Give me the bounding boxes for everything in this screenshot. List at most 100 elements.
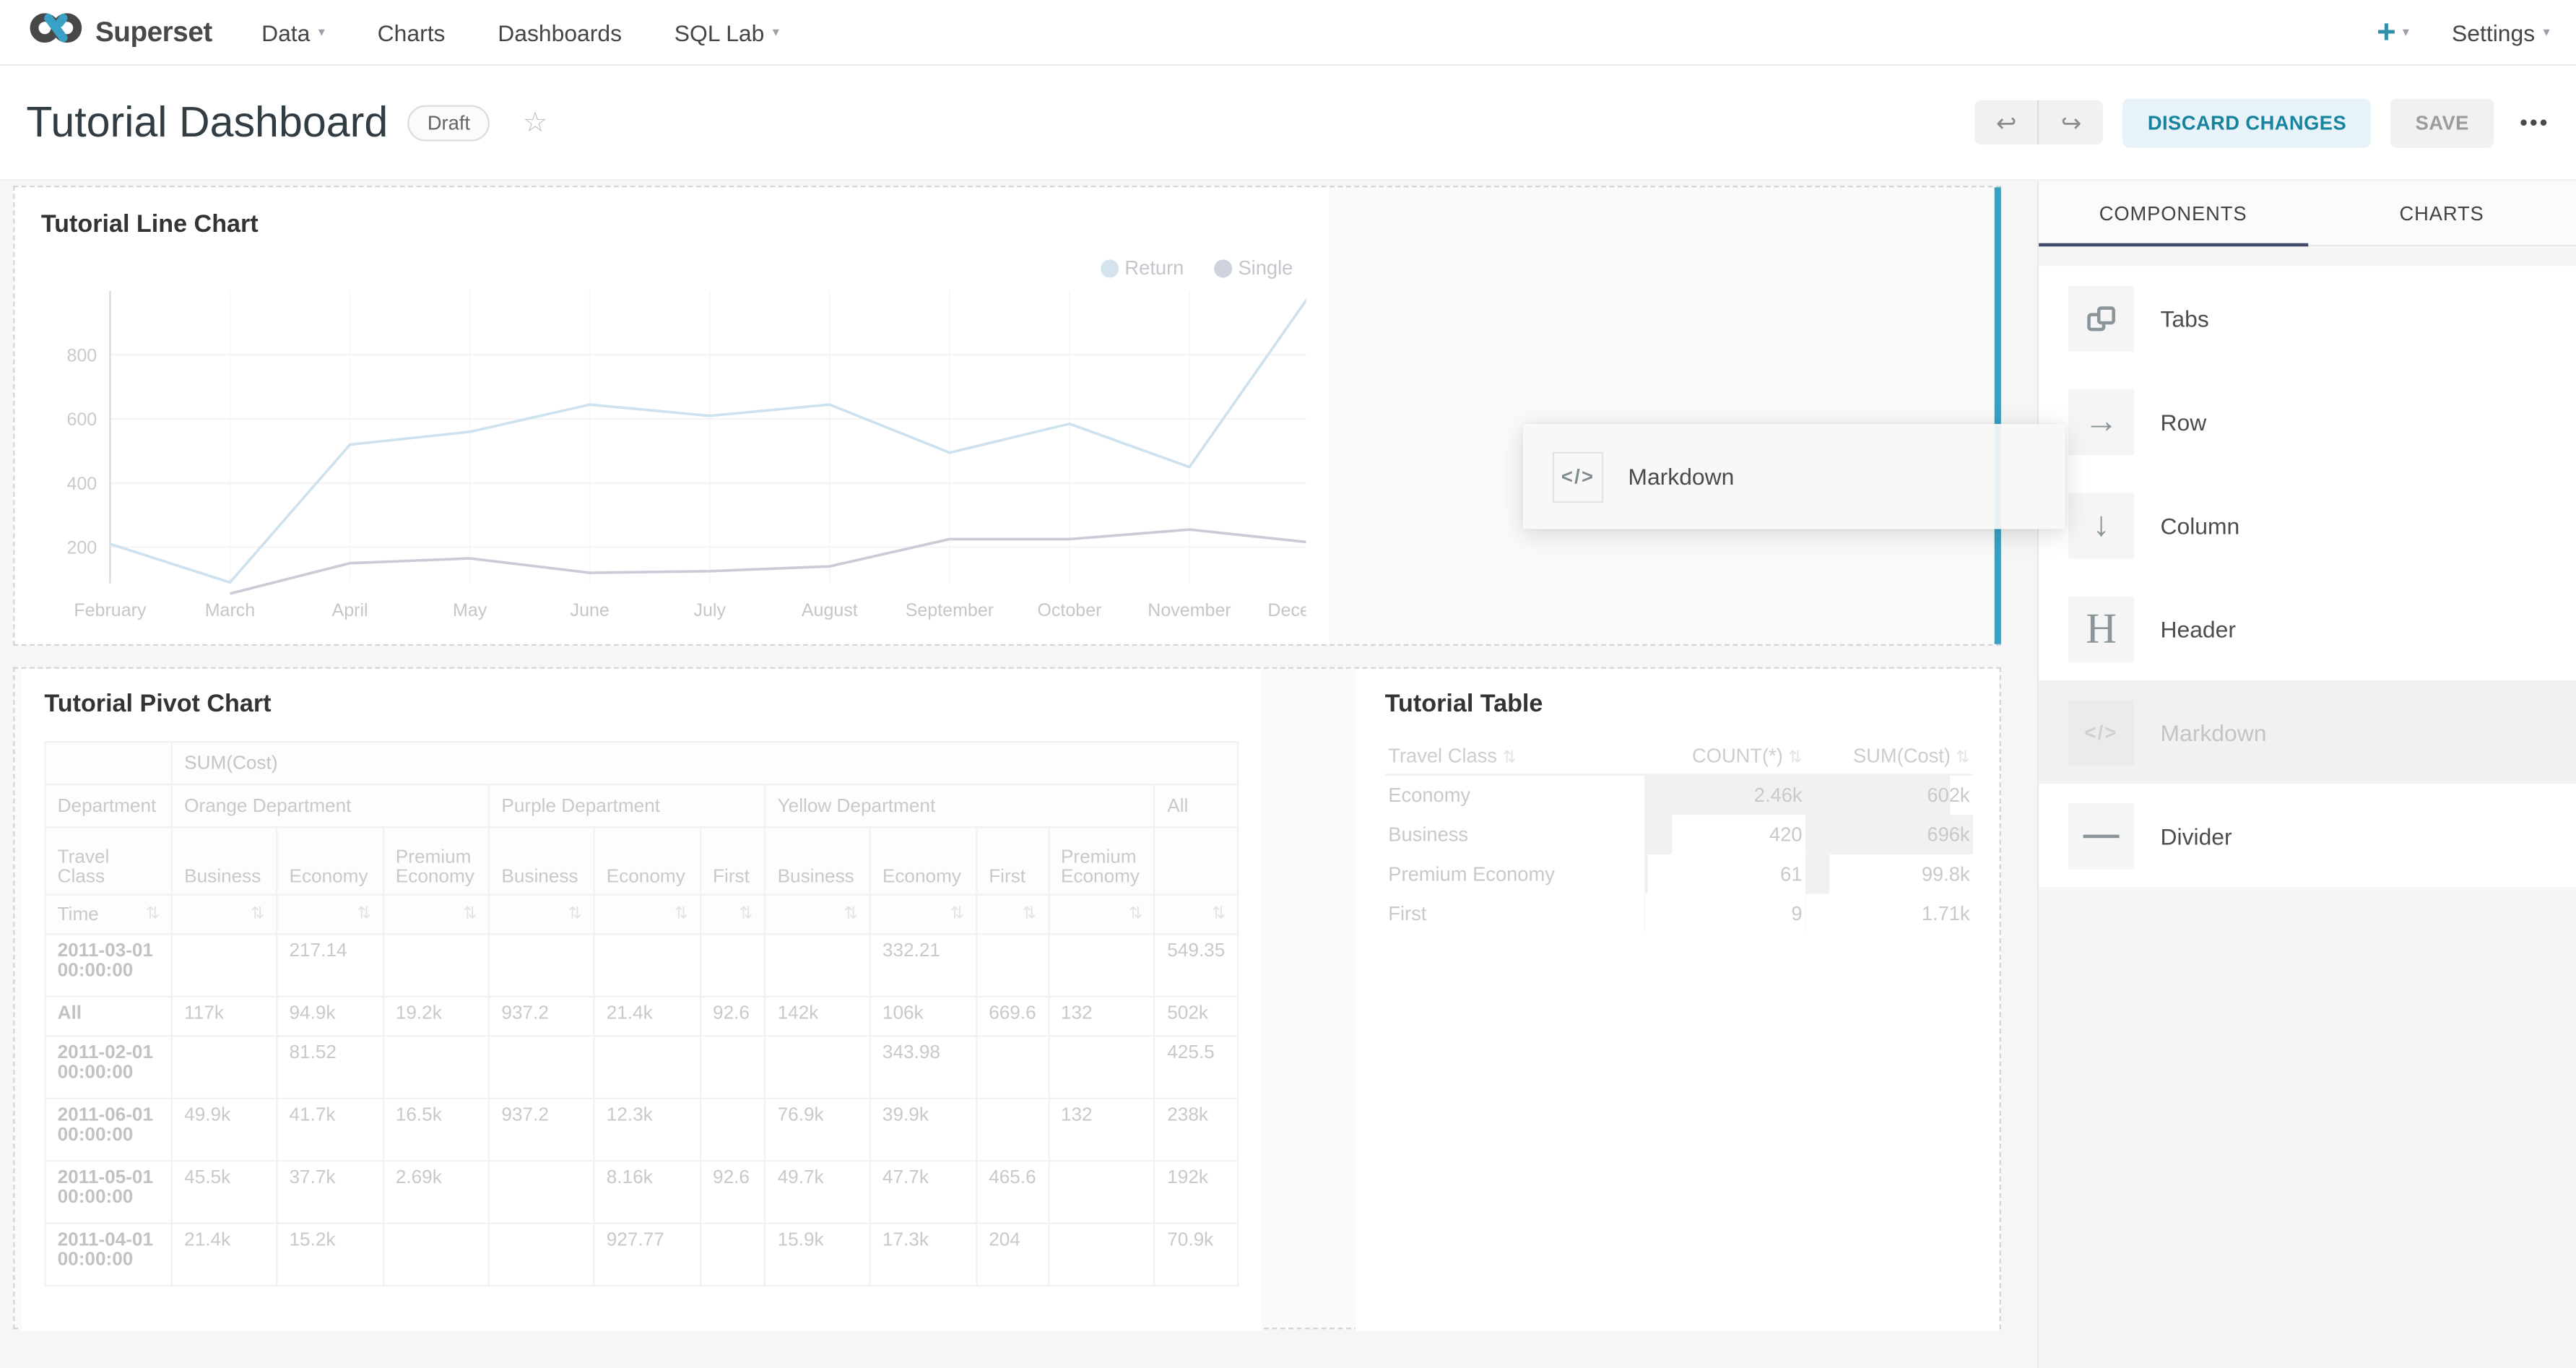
sort-icon[interactable]: ⇅ bbox=[357, 905, 371, 923]
more-options-menu[interactable]: ••• bbox=[2520, 110, 2549, 134]
redo-button[interactable]: ↪ bbox=[2039, 100, 2104, 144]
save-button[interactable]: SAVE bbox=[2391, 98, 2494, 147]
sort-icon[interactable]: ⇅ bbox=[675, 905, 688, 923]
sidebar-item-row[interactable]: →Row bbox=[2039, 370, 2576, 473]
table-cell: Premium Economy bbox=[1385, 854, 1644, 894]
sort-icon[interactable]: ⇅ bbox=[463, 905, 477, 923]
pivot-cell: 132 bbox=[1049, 1099, 1155, 1161]
svg-text:800: 800 bbox=[66, 345, 97, 365]
dashboard-row-2[interactable]: Tutorial Pivot Chart SUM(Cost)Department… bbox=[13, 667, 2001, 1330]
sort-icon[interactable]: ⇅ bbox=[1212, 905, 1226, 923]
sort-icon[interactable]: ⇅ bbox=[1956, 749, 1970, 767]
discard-changes-button[interactable]: DISCARD CHANGES bbox=[2123, 98, 2372, 147]
data-table: Travel Class ⇅COUNT(*) ⇅SUM(Cost) ⇅ Econo… bbox=[1385, 737, 1973, 933]
pivot-metric-header: SUM(Cost) bbox=[172, 742, 1238, 784]
sidebar-item-divider[interactable]: Divider bbox=[2039, 784, 2576, 887]
sort-icon[interactable]: ⇅ bbox=[1503, 749, 1517, 767]
table-cell: 696k bbox=[1805, 815, 1973, 854]
pivot-cell: 70.9k bbox=[1155, 1224, 1238, 1286]
pivot-cell: 669.6 bbox=[976, 997, 1049, 1036]
header-actions: ↩ ↪ DISCARD CHANGES SAVE ••• bbox=[1975, 98, 2550, 147]
chevron-down-icon: ▾ bbox=[2544, 25, 2550, 39]
pivot-cell bbox=[1049, 1224, 1155, 1286]
sort-icon[interactable]: ⇅ bbox=[950, 905, 964, 923]
table-cell: Economy bbox=[1385, 775, 1644, 815]
sort-icon[interactable]: ⇅ bbox=[1129, 905, 1142, 923]
pivot-cell bbox=[594, 934, 701, 996]
sidebar-item-header[interactable]: H Header bbox=[2039, 576, 2576, 680]
legend-item-return[interactable]: Return bbox=[1100, 256, 1184, 280]
favorite-star-icon[interactable]: ☆ bbox=[523, 106, 548, 139]
pivot-cell: 81.52 bbox=[277, 1036, 383, 1098]
add-new-button[interactable]: + ▾ bbox=[2377, 16, 2409, 48]
svg-text:April: April bbox=[332, 600, 368, 620]
dashboard-row-1[interactable]: Tutorial Line Chart ReturnSingle 2004006… bbox=[13, 186, 2001, 646]
pivot-chart-card[interactable]: Tutorial Pivot Chart SUM(Cost)Department… bbox=[22, 669, 1262, 1331]
pivot-col-header: Premium Economy bbox=[1049, 827, 1155, 894]
nav-item-data[interactable]: Data▾ bbox=[261, 19, 325, 45]
settings-menu[interactable]: Settings ▾ bbox=[2452, 19, 2550, 45]
pivot-sort-header: ⇅ bbox=[701, 895, 766, 935]
sort-icon[interactable]: ⇅ bbox=[1788, 749, 1802, 767]
sidebar-item-label: Header bbox=[2160, 615, 2235, 641]
header-icon: H bbox=[2068, 596, 2134, 662]
pivot-cell: 132 bbox=[1049, 997, 1155, 1036]
page-title[interactable]: Tutorial Dashboard bbox=[26, 97, 388, 148]
sidebar-item-tabs[interactable]: Tabs bbox=[2039, 267, 2576, 370]
pivot-cell: 49.7k bbox=[766, 1161, 870, 1223]
pivot-group-header: Yellow Department bbox=[766, 784, 1155, 827]
pivot-cell bbox=[701, 1036, 766, 1098]
line-chart-card[interactable]: Tutorial Line Chart ReturnSingle 2004006… bbox=[14, 187, 1329, 644]
pivot-cell: 343.98 bbox=[870, 1036, 976, 1098]
nav-item-sql-lab[interactable]: SQL Lab▾ bbox=[675, 19, 779, 45]
sidebar-item-markdown[interactable]: </>Markdown bbox=[2039, 680, 2576, 784]
superset-logo[interactable]: Superset bbox=[26, 10, 212, 54]
nav-item-charts[interactable]: Charts bbox=[378, 19, 446, 45]
pivot-cell: 142k bbox=[766, 997, 870, 1036]
pivot-group-header: Orange Department bbox=[172, 784, 489, 827]
pivot-cell: 8.16k bbox=[594, 1161, 701, 1223]
pivot-sort-header: ⇅ bbox=[766, 895, 870, 935]
pivot-cell: 76.9k bbox=[766, 1099, 870, 1161]
pivot-group-header: All bbox=[1155, 784, 1238, 827]
pivot-col-header bbox=[1155, 827, 1238, 894]
sidebar-strip bbox=[2039, 246, 2576, 266]
table-column-header[interactable]: Travel Class ⇅ bbox=[1385, 737, 1644, 774]
sidebar-footer bbox=[2039, 887, 2576, 1368]
table-cell: 61 bbox=[1644, 854, 1805, 894]
sort-icon[interactable]: ⇅ bbox=[568, 905, 582, 923]
sort-icon[interactable]: ⇅ bbox=[1023, 905, 1036, 923]
pivot-cell: 49.9k bbox=[172, 1099, 277, 1161]
sidebar-tabs: COMPONENTS CHARTS bbox=[2039, 181, 2576, 246]
tab-charts[interactable]: CHARTS bbox=[2307, 181, 2576, 245]
nav-right: + ▾ Settings ▾ bbox=[2377, 16, 2550, 48]
pivot-cell: 927.77 bbox=[594, 1224, 701, 1286]
undo-button[interactable]: ↩ bbox=[1975, 100, 2039, 144]
svg-text:March: March bbox=[205, 600, 256, 620]
pivot-cell: 238k bbox=[1155, 1099, 1238, 1161]
pivot-cell bbox=[701, 1224, 766, 1286]
table-column-header[interactable]: SUM(Cost) ⇅ bbox=[1805, 737, 1973, 774]
tab-components[interactable]: COMPONENTS bbox=[2039, 181, 2307, 245]
sort-icon[interactable]: ⇅ bbox=[844, 905, 858, 923]
table-chart-card[interactable]: Tutorial Table Travel Class ⇅COUNT(*) ⇅S… bbox=[1356, 669, 2000, 1331]
nav-item-dashboards[interactable]: Dashboards bbox=[498, 19, 622, 45]
svg-text:October: October bbox=[1037, 600, 1101, 620]
column-arrow-icon: ↓ bbox=[2068, 492, 2134, 558]
pivot-table: SUM(Cost)DepartmentOrange DepartmentPurp… bbox=[44, 741, 1239, 1286]
pivot-cell bbox=[976, 934, 1049, 996]
pivot-cell bbox=[976, 1099, 1049, 1161]
pivot-cell bbox=[489, 1224, 594, 1286]
sort-icon[interactable]: ⇅ bbox=[146, 904, 160, 922]
pivot-cell: 94.9k bbox=[277, 997, 383, 1036]
sort-icon[interactable]: ⇅ bbox=[251, 905, 264, 923]
legend-item-single[interactable]: Single bbox=[1213, 256, 1293, 280]
pivot-cell: 21.4k bbox=[172, 1224, 277, 1286]
table-column-header[interactable]: COUNT(*) ⇅ bbox=[1644, 737, 1805, 774]
dragged-markdown-card[interactable]: </> Markdown bbox=[1523, 424, 2065, 529]
top-navbar: Superset Data▾ Charts Dashboards SQL Lab… bbox=[0, 0, 2576, 66]
table-row: Premium Economy6199.8k bbox=[1385, 854, 1973, 894]
pivot-cell bbox=[383, 1224, 490, 1286]
sidebar-item-column[interactable]: ↓Column bbox=[2039, 473, 2576, 576]
sort-icon[interactable]: ⇅ bbox=[739, 905, 753, 923]
